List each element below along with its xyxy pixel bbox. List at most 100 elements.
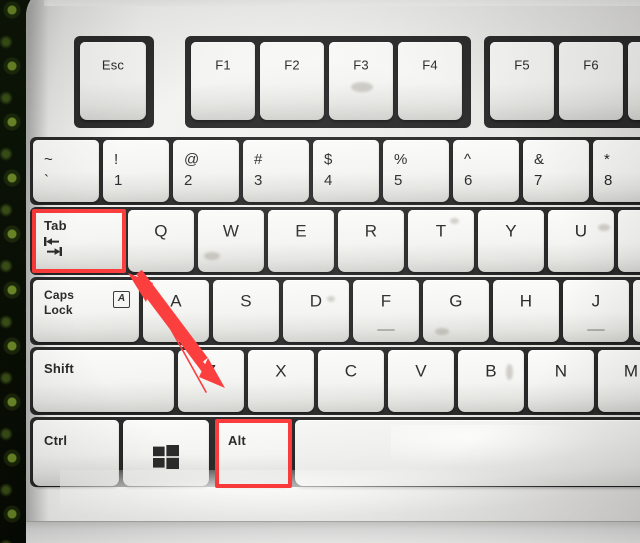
key-d[interactable]: D — [283, 280, 349, 342]
key-f5[interactable]: F5 — [490, 42, 554, 120]
key-alt-label: Alt — [228, 433, 246, 448]
key-tab[interactable]: Tab — [33, 210, 124, 272]
key-z-label: Z — [205, 361, 217, 381]
key-digit6-upper: ^ — [464, 151, 472, 169]
key-h-label: H — [519, 291, 533, 311]
key-digit5-lower: 5 — [394, 172, 403, 190]
key-digit8-lower: 8 — [604, 172, 613, 190]
key-spacebar[interactable] — [295, 420, 640, 486]
key-c[interactable]: C — [318, 350, 384, 412]
key-h[interactable]: H — [493, 280, 559, 342]
key-digit3[interactable]: # 3 — [243, 140, 309, 202]
key-f4-label: F4 — [422, 57, 438, 73]
key-y-label: Y — [505, 221, 517, 241]
key-k[interactable] — [633, 280, 640, 342]
key-digit7-upper: & — [534, 151, 545, 169]
key-backquote-upper: ~ — [44, 151, 53, 169]
key-f[interactable]: F — [353, 280, 419, 342]
key-x[interactable]: X — [248, 350, 314, 412]
key-r[interactable]: R — [338, 210, 404, 272]
homing-bar — [377, 329, 395, 331]
key-n[interactable]: N — [528, 350, 594, 412]
key-digit2-upper: @ — [184, 151, 200, 169]
key-digit5-upper: % — [394, 151, 408, 169]
key-digit1[interactable]: ! 1 — [103, 140, 169, 202]
key-s[interactable]: S — [213, 280, 279, 342]
key-x-label: X — [275, 361, 287, 381]
key-b[interactable]: B — [458, 350, 524, 412]
key-m[interactable]: M — [598, 350, 640, 412]
key-ctrl-left[interactable]: Ctrl — [33, 420, 119, 486]
key-f6[interactable]: F6 — [559, 42, 623, 120]
key-alt-left[interactable]: Alt — [216, 420, 290, 486]
key-f-label: F — [380, 291, 392, 311]
key-digit7-lower: 7 — [534, 172, 543, 190]
key-digit6-lower: 6 — [464, 172, 473, 190]
key-digit7[interactable]: & 7 — [523, 140, 589, 202]
key-digit4-lower: 4 — [324, 172, 333, 190]
key-g[interactable]: G — [423, 280, 489, 342]
key-j-label: J — [591, 291, 601, 311]
key-digit5[interactable]: % 5 — [383, 140, 449, 202]
key-shift-left[interactable]: Shift — [33, 350, 174, 412]
key-ctrl-label: Ctrl — [44, 433, 68, 448]
key-digit4[interactable]: $ 4 — [313, 140, 379, 202]
key-n-label: N — [554, 361, 568, 381]
key-tab-label: Tab — [44, 218, 67, 233]
key-q-label: Q — [154, 221, 168, 241]
key-shift-label: Shift — [44, 361, 74, 376]
grime-mark — [204, 252, 220, 260]
key-b-label: B — [485, 361, 497, 381]
key-digit2-lower: 2 — [184, 172, 193, 190]
key-digit3-lower: 3 — [254, 172, 263, 190]
keyboard-photo: Esc F1 F2 F3 F4 F5 F6 F7 ~ ` ! 1 @ 2 # 3… — [0, 0, 640, 543]
key-a-label: A — [170, 291, 182, 311]
tab-arrows-icon — [44, 237, 62, 256]
key-m-label: M — [623, 361, 639, 381]
key-digit8[interactable]: * 8 — [593, 140, 640, 202]
key-digit6[interactable]: ^ 6 — [453, 140, 519, 202]
keyboard-top-lip — [44, 0, 640, 6]
key-s-label: S — [240, 291, 252, 311]
key-f5-label: F5 — [514, 57, 530, 73]
key-u-label: U — [574, 221, 588, 241]
key-f7-label: F7 — [628, 59, 640, 72]
key-c-label: C — [344, 361, 358, 381]
key-f2-label: F2 — [284, 57, 300, 73]
key-windows[interactable] — [123, 420, 209, 486]
key-a[interactable]: A — [143, 280, 209, 342]
key-i-label: I — [618, 223, 640, 240]
key-v-label: V — [415, 361, 427, 381]
key-f3[interactable]: F3 — [329, 42, 393, 120]
key-f3-label: F3 — [353, 57, 369, 73]
key-capslock-label-line2: Lock — [44, 303, 73, 317]
key-u[interactable]: U — [548, 210, 614, 272]
key-z[interactable]: Z — [178, 350, 244, 412]
key-f6-label: F6 — [583, 57, 599, 73]
key-w[interactable]: W — [198, 210, 264, 272]
key-f1[interactable]: F1 — [191, 42, 255, 120]
key-f1-label: F1 — [215, 57, 231, 73]
keyboard-bottom-rail — [26, 521, 640, 543]
key-i[interactable]: I — [618, 210, 640, 272]
key-esc[interactable]: Esc — [80, 42, 146, 120]
key-t[interactable]: T — [408, 210, 474, 272]
key-e[interactable]: E — [268, 210, 334, 272]
key-q[interactable]: Q — [128, 210, 194, 272]
key-g-label: G — [449, 291, 463, 311]
key-e-label: E — [295, 221, 307, 241]
key-w-label: W — [222, 221, 240, 241]
key-backquote-lower: ` — [44, 172, 49, 190]
key-f2[interactable]: F2 — [260, 42, 324, 120]
key-v[interactable]: V — [388, 350, 454, 412]
key-backquote[interactable]: ~ ` — [33, 140, 99, 202]
key-f7[interactable]: F7 — [628, 42, 640, 120]
key-digit2[interactable]: @ 2 — [173, 140, 239, 202]
key-capslock[interactable]: Caps Lock A — [33, 280, 139, 342]
key-digit3-upper: # — [254, 151, 263, 169]
grime-mark — [435, 328, 449, 335]
key-j[interactable]: J — [563, 280, 629, 342]
key-y[interactable]: Y — [478, 210, 544, 272]
grime-mark — [351, 82, 373, 92]
key-f4[interactable]: F4 — [398, 42, 462, 120]
